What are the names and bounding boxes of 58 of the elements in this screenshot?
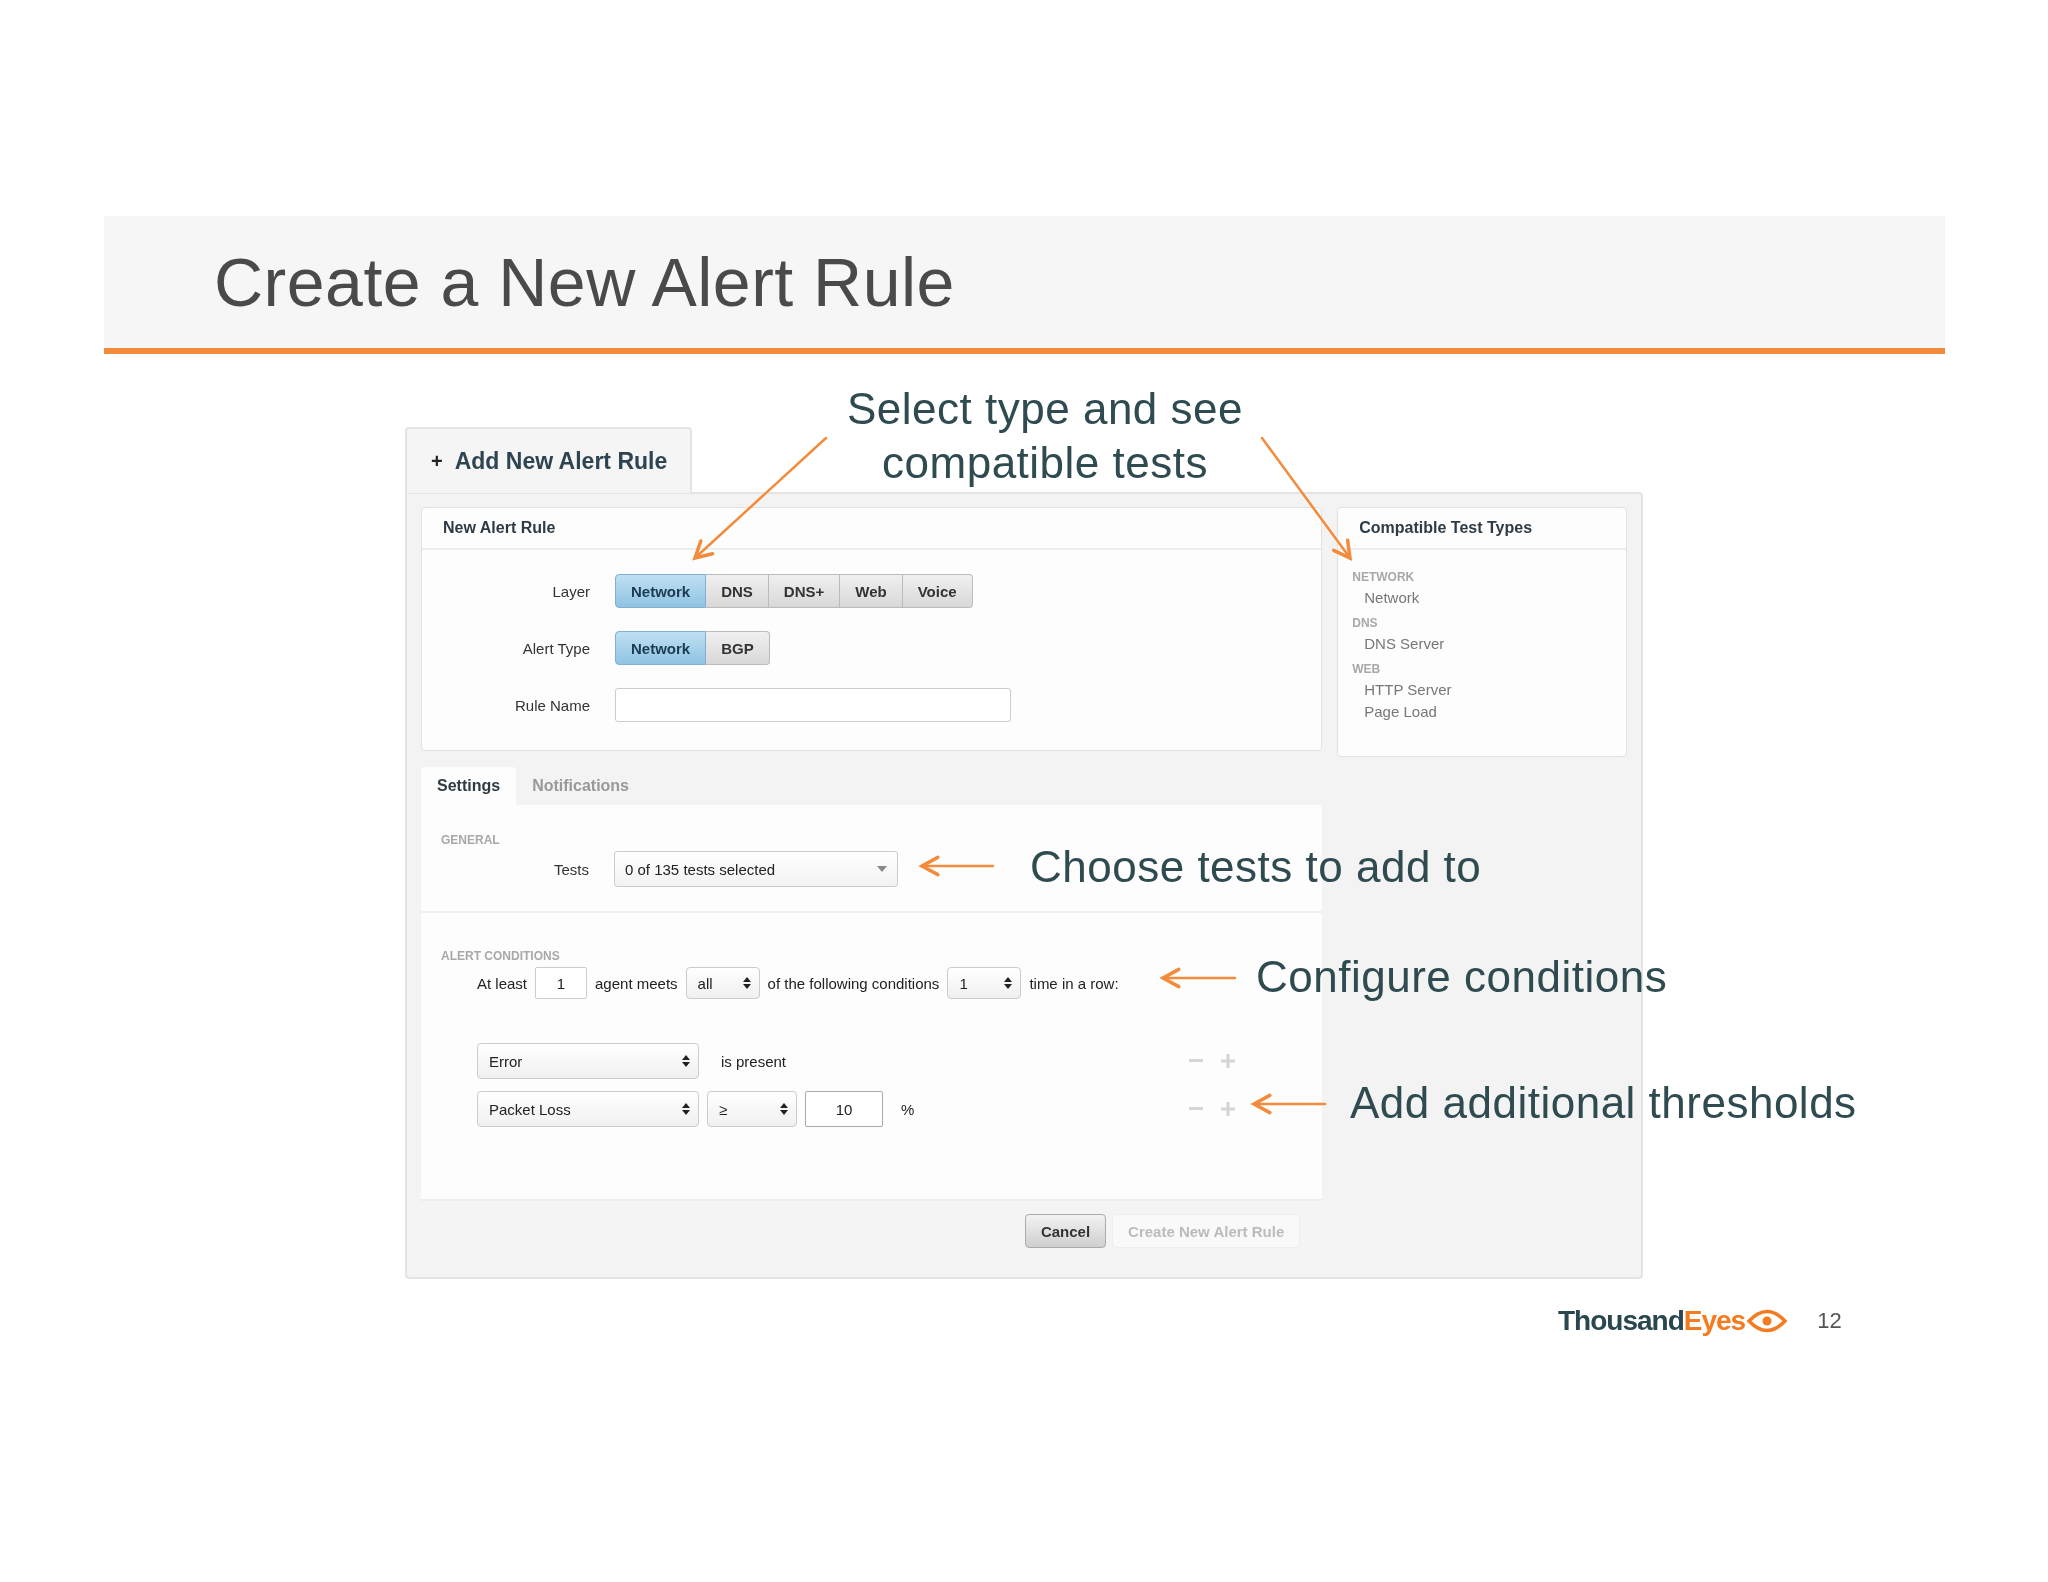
group-heading: DNS [1352, 616, 1379, 630]
select-field[interactable]: 1 [947, 967, 1022, 999]
select-field[interactable]: Error [477, 1043, 699, 1079]
updown-icon [682, 1055, 690, 1067]
tests-dropdown[interactable]: 0 of 135 tests selected [614, 851, 898, 887]
test-type: Network [1364, 589, 1421, 606]
condition-text: is present [721, 1052, 787, 1070]
cancel-button[interactable]: Cancel [1024, 1214, 1107, 1248]
page-number: 12 [1817, 1308, 1842, 1334]
layer-option[interactable]: DNS+ [768, 574, 841, 608]
select-field[interactable]: Packet Loss [477, 1091, 699, 1127]
condition-text: % [901, 1100, 915, 1118]
annotation-text: Configure conditions [1256, 951, 1668, 1003]
plus-icon[interactable] [1221, 1054, 1235, 1068]
add-alert-rule-tab[interactable]: + Add New Alert Rule [405, 427, 692, 493]
minus-icon[interactable] [1189, 1107, 1203, 1111]
plus-icon[interactable] [1221, 1102, 1235, 1116]
settings-tab[interactable]: Settings [421, 767, 517, 805]
number-field[interactable]: 1 [535, 967, 588, 999]
rule-name-label: Rule Name [513, 696, 590, 714]
updown-icon [780, 1103, 788, 1115]
condition-text: At least [477, 974, 528, 992]
alert-type-label: Alert Type [521, 639, 590, 657]
layer-option[interactable]: DNS [706, 574, 769, 608]
group-heading: WEB [1352, 662, 1382, 676]
condition-text: of the following conditions [767, 974, 940, 992]
alert-type-option[interactable]: BGP [706, 631, 770, 665]
section-heading: ALERT CONDITIONS [441, 949, 561, 963]
test-type: HTTP Server [1364, 681, 1453, 698]
layer-option[interactable]: Voice [902, 574, 973, 608]
annotation-text: Choose tests to add to [1030, 841, 1482, 893]
layer-option[interactable]: Web [840, 574, 903, 608]
minus-icon[interactable] [1189, 1059, 1203, 1063]
test-type: Page Load [1364, 703, 1438, 720]
card-title: Compatible Test Types [1359, 519, 1533, 537]
updown-icon [1004, 977, 1013, 989]
slide-title: Create a New Alert Rule [214, 243, 955, 321]
condition-text: agent meets [595, 974, 678, 992]
updown-icon [682, 1103, 690, 1115]
group-heading: NETWORK [1352, 570, 1416, 584]
layer-option[interactable]: Network [615, 574, 707, 608]
updown-icon [742, 977, 751, 989]
section-heading: GENERAL [441, 833, 501, 847]
logo-wordmark: ThousandEyes [1558, 1305, 1746, 1337]
select-field[interactable]: all [685, 967, 760, 999]
condition-text: time in a row: [1029, 974, 1119, 992]
select-field[interactable]: ≥ [707, 1091, 797, 1127]
annotation-text: Add additional thresholds [1350, 1077, 1857, 1129]
test-type: DNS Server [1364, 635, 1446, 652]
layer-label: Layer [551, 582, 590, 600]
alert-type-option[interactable]: Network [615, 631, 707, 665]
annotation-text: Select type and see compatible tests [846, 383, 1244, 489]
caret-icon [877, 866, 887, 872]
tests-label: Tests [553, 860, 589, 878]
card-title: New Alert Rule [443, 519, 556, 537]
rule-name-field[interactable] [615, 688, 1011, 722]
number-field[interactable]: 10 [805, 1091, 883, 1127]
eye-icon [1747, 1308, 1788, 1334]
